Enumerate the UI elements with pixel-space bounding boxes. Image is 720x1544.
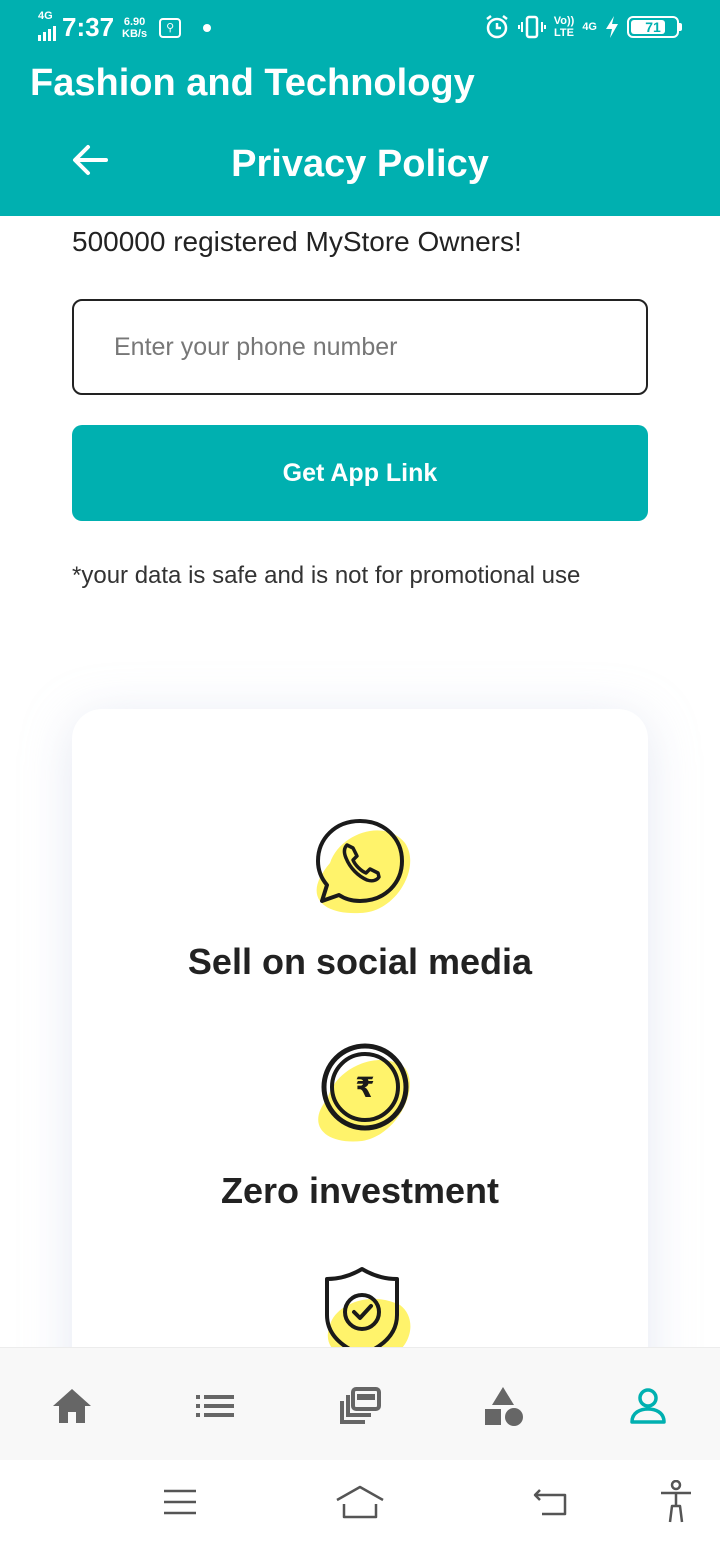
menu-icon bbox=[164, 1489, 196, 1515]
app-title: Fashion and Technology bbox=[30, 62, 475, 104]
system-menu-button[interactable] bbox=[150, 1478, 210, 1526]
nav-orders[interactable] bbox=[188, 1378, 244, 1434]
volte-bottom: LTE bbox=[554, 27, 574, 39]
shield-check-icon bbox=[325, 1267, 411, 1355]
nav-categories[interactable] bbox=[476, 1378, 532, 1434]
bottom-navigation bbox=[0, 1347, 720, 1460]
rupee-coin-icon: ₹ bbox=[318, 1043, 410, 1142]
status-bar: 4G 7:37 6.90 KB/s ⚲ Vo)) LTE 4G 71 bbox=[0, 0, 720, 56]
network-type: 4G bbox=[38, 10, 53, 22]
app-header: 4G 7:37 6.90 KB/s ⚲ Vo)) LTE 4G 71 Fashi… bbox=[0, 0, 720, 216]
home-icon bbox=[336, 1485, 384, 1519]
charging-icon bbox=[606, 16, 618, 38]
accessibility-icon bbox=[661, 1480, 691, 1523]
volte-top: Vo)) bbox=[553, 15, 575, 27]
nav-catalog[interactable] bbox=[332, 1378, 388, 1434]
speed-value: 6.90 bbox=[123, 15, 146, 28]
phone-number-input[interactable] bbox=[72, 299, 648, 395]
get-app-link-button[interactable]: Get App Link bbox=[72, 425, 648, 521]
notification-dot-icon bbox=[203, 23, 212, 32]
home-icon bbox=[53, 1389, 91, 1423]
usb-icon: ⚲ bbox=[159, 17, 182, 38]
list-icon bbox=[196, 1395, 234, 1417]
back-button[interactable] bbox=[66, 140, 114, 180]
feature-label: Zero investment bbox=[220, 1170, 500, 1211]
system-accessibility-button[interactable] bbox=[646, 1478, 706, 1526]
categories-icon bbox=[485, 1387, 523, 1426]
system-home-button[interactable] bbox=[330, 1478, 390, 1526]
registered-owners-text: 500000 registered MyStore Owners! bbox=[72, 226, 522, 257]
arrow-left-icon bbox=[73, 145, 108, 175]
battery-level: 71 bbox=[645, 19, 661, 35]
system-back-button[interactable] bbox=[520, 1478, 580, 1526]
profile-icon bbox=[630, 1388, 666, 1424]
system-navigation-bar bbox=[0, 1460, 720, 1544]
volte-indicator: Vo)) LTE bbox=[554, 15, 575, 39]
nav-home[interactable] bbox=[44, 1378, 100, 1434]
speed-unit: KB/s bbox=[122, 27, 148, 40]
catalog-icon bbox=[340, 1387, 381, 1424]
svg-text:₹: ₹ bbox=[355, 1071, 374, 1104]
alarm-icon bbox=[485, 15, 508, 39]
network-type-right: 4G bbox=[582, 21, 597, 33]
vibrate-icon bbox=[517, 15, 546, 39]
features-card: Sell on social media ₹ Zero investment bbox=[72, 709, 648, 1409]
network-speed: 6.90 KB/s bbox=[122, 16, 147, 40]
nav-profile[interactable] bbox=[620, 1378, 676, 1434]
back-icon bbox=[533, 1489, 567, 1516]
whatsapp-icon bbox=[316, 819, 411, 914]
clock: 7:37 bbox=[62, 12, 115, 42]
battery-icon: 71 bbox=[627, 16, 682, 38]
signal-icon bbox=[38, 26, 56, 41]
feature-label: Sell on social media bbox=[187, 941, 533, 982]
data-safety-disclaimer: *your data is safe and is not for promot… bbox=[72, 562, 581, 589]
